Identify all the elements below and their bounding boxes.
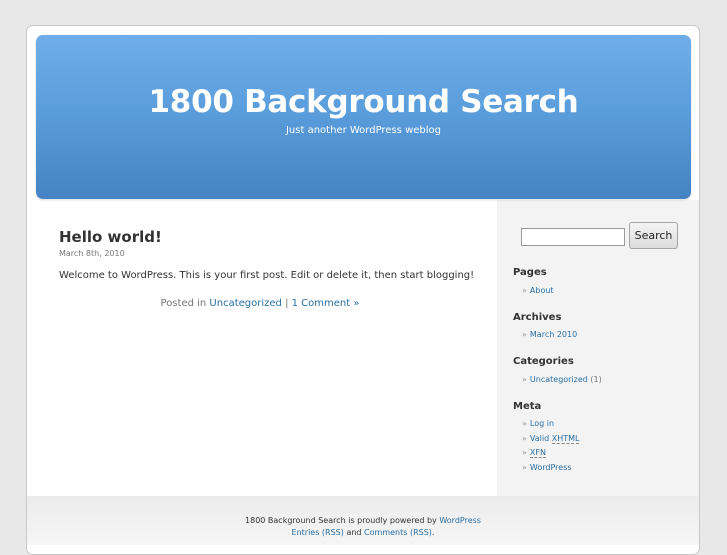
footer-line-2: Entries (RSS) and Comments (RSS). bbox=[27, 527, 699, 539]
page-link-about[interactable]: About bbox=[530, 286, 554, 295]
widget-title-archives: Archives bbox=[513, 312, 562, 323]
list-item: » WordPress bbox=[522, 461, 579, 476]
footer: 1800 Background Search is proudly powere… bbox=[27, 515, 699, 539]
widget-title-categories: Categories bbox=[513, 356, 574, 367]
meta-list: » Log in » Valid XHTML » XFN » WordPress bbox=[522, 417, 580, 476]
post-meta: Posted in Uncategorized | 1 Comment » bbox=[40, 298, 480, 309]
bullet: » bbox=[522, 375, 527, 384]
archive-link[interactable]: March 2010 bbox=[530, 330, 577, 339]
footer-powered-by: 1800 Background Search is proudly powere… bbox=[245, 516, 437, 525]
footer-period: . bbox=[431, 528, 435, 537]
category-link[interactable]: Uncategorized bbox=[209, 298, 281, 309]
archives-list: » March 2010 bbox=[522, 328, 577, 343]
category-count: (1) bbox=[590, 375, 602, 384]
post-date: March 8th, 2010 bbox=[59, 249, 125, 258]
header-banner: 1800 Background Search Just another Word… bbox=[36, 35, 691, 199]
xfn-link[interactable]: XFN bbox=[529, 448, 546, 459]
valid-xhtml-link[interactable]: Valid XHTML bbox=[529, 433, 580, 444]
xhtml-abbr: XHTML bbox=[551, 433, 580, 444]
list-item: » Log in bbox=[522, 417, 579, 432]
login-link[interactable]: Log in bbox=[530, 419, 554, 428]
bullet: » bbox=[522, 448, 527, 458]
valid-label: Valid bbox=[529, 433, 550, 443]
categories-list: » Uncategorized (1) bbox=[522, 373, 602, 388]
pages-list: » About bbox=[522, 284, 554, 299]
list-item: » Uncategorized (1) bbox=[522, 373, 602, 388]
bullet: » bbox=[522, 286, 527, 295]
posted-in-label: Posted in bbox=[160, 298, 207, 309]
search-button[interactable]: Search bbox=[629, 222, 678, 249]
list-item: » March 2010 bbox=[522, 328, 577, 343]
bullet: » bbox=[522, 419, 527, 428]
bullet: » bbox=[522, 433, 527, 443]
blog-description: Just another WordPress weblog bbox=[285, 125, 441, 136]
widget-title-pages: Pages bbox=[513, 267, 547, 278]
widget-title-meta: Meta bbox=[513, 401, 542, 412]
blog-title[interactable]: 1800 Background Search bbox=[36, 84, 691, 120]
search-input[interactable] bbox=[521, 228, 625, 246]
meta-separator: | bbox=[281, 298, 292, 309]
list-item: » About bbox=[522, 284, 554, 299]
list-item: » Valid XHTML bbox=[522, 432, 580, 447]
wordpress-link[interactable]: WordPress bbox=[530, 463, 572, 472]
comments-link[interactable]: 1 Comment » bbox=[292, 298, 360, 309]
category-link-uncategorized[interactable]: Uncategorized bbox=[530, 375, 588, 384]
entries-rss-link[interactable]: Entries (RSS) bbox=[292, 528, 344, 537]
post-title[interactable]: Hello world! bbox=[59, 228, 162, 246]
footer-line-1: 1800 Background Search is proudly powere… bbox=[27, 515, 699, 527]
list-item: » XFN bbox=[522, 446, 579, 461]
bullet: » bbox=[522, 330, 527, 339]
footer-and: and bbox=[346, 528, 362, 537]
footer-wordpress-link[interactable]: WordPress bbox=[439, 516, 481, 525]
comments-rss-link[interactable]: Comments (RSS) bbox=[364, 528, 432, 537]
post-content: Welcome to WordPress. This is your first… bbox=[59, 270, 475, 281]
bullet: » bbox=[522, 463, 527, 473]
